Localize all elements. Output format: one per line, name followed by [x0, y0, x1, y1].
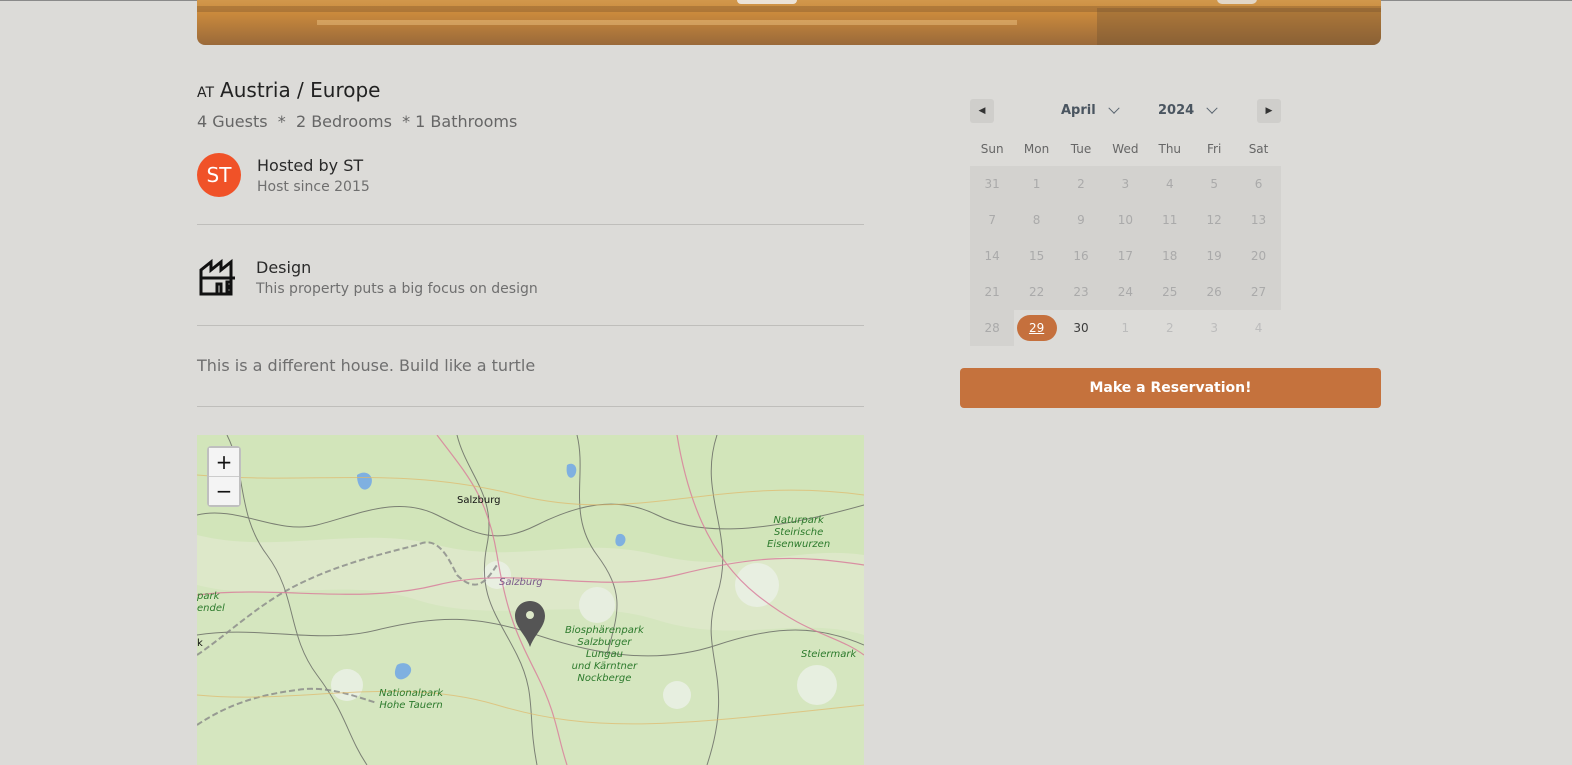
weekday-label: Sun: [980, 142, 1004, 156]
calendar-day: 31: [970, 166, 1015, 202]
calendar-day: 17: [1103, 238, 1148, 274]
year-value: 2024: [1158, 103, 1195, 118]
hero-image: [197, 0, 1381, 45]
weekday-label: Sat: [1248, 142, 1269, 156]
calendar-day: 28: [970, 310, 1015, 346]
map-label-steiermark: Steiermark: [801, 649, 857, 660]
map-label-park-lungau: Biosphärenpark Salzburger Lungau und Kär…: [565, 625, 644, 684]
host-since: Host since 2015: [257, 178, 370, 195]
calendar-day: 4: [1254, 321, 1263, 335]
feature-description: This property puts a big focus on design: [256, 280, 538, 297]
calendar-day: 3: [1210, 321, 1218, 335]
map-label-k: k: [197, 638, 203, 649]
calendar-day: 21: [970, 274, 1015, 310]
listing-description: This is a different house. Build like a …: [197, 356, 536, 375]
listing-details: AT Austria / Europe 4 Guests * 2 Bedroom…: [197, 78, 864, 765]
location-heading: AT Austria / Europe: [197, 78, 864, 106]
date-picker: ◀ April 2024 ▶ Sun Mon Tue Wed Thu Fri Sat 31 1…: [970, 96, 1281, 346]
calendar-day[interactable]: 30: [1059, 310, 1103, 346]
weekday-label: Fri: [1207, 142, 1222, 156]
feature-title: Design: [256, 257, 312, 277]
zoom-out-button[interactable]: −: [209, 476, 239, 505]
map-label-park-hohe-tauern: Nationalpark Hohe Tauern: [379, 688, 444, 711]
calendar-day: 8: [1014, 202, 1059, 238]
calendar-day: 4: [1147, 166, 1192, 202]
weekday-label: Mon: [1023, 142, 1050, 156]
calendar-day: 22: [1014, 274, 1059, 310]
listing-stats: 4 Guests * 2 Bedrooms * 1 Bathrooms: [197, 112, 518, 131]
host-name: Hosted by ST: [257, 155, 364, 175]
location-title: Austria / Europe: [220, 78, 381, 102]
calendar-day: 7: [970, 202, 1015, 238]
building-icon: [199, 258, 235, 296]
calendar-day: 25: [1147, 274, 1192, 310]
calendar-day: 23: [1058, 274, 1104, 310]
calendar-day: 14: [970, 238, 1015, 274]
chevron-down-icon: [1108, 102, 1120, 114]
make-reservation-button[interactable]: Make a Reservation!: [960, 368, 1381, 408]
calendar-day: 27: [1236, 274, 1281, 310]
divider: [197, 406, 864, 407]
calendar-day: 20: [1236, 238, 1281, 274]
host-section: ST Hosted by ST Host since 2015: [197, 153, 370, 197]
calendar-day: 24: [1103, 274, 1148, 310]
zoom-control: + −: [207, 446, 241, 507]
map-label-salzburg-city: Salzburg: [457, 495, 501, 506]
month-value: April: [1061, 103, 1096, 118]
calendar-day: 2: [1058, 166, 1104, 202]
calendar-day: 16: [1058, 238, 1104, 274]
avatar[interactable]: ST: [197, 153, 241, 197]
caret-right-icon: ▶: [1265, 106, 1273, 116]
weekday-label: Wed: [1112, 142, 1139, 156]
location-map[interactable]: + − Salzburg Salzburg Naturpark Steirisc…: [197, 435, 864, 765]
map-label-park-steirische: Naturpark Steirische Eisenwurzen: [767, 515, 831, 550]
calendar-day: 10: [1103, 202, 1148, 238]
calendar-day: 5: [1191, 166, 1237, 202]
calendar-day: 1: [1014, 166, 1059, 202]
calendar-day: 13: [1236, 202, 1281, 238]
calendar-day: 18: [1147, 238, 1192, 274]
calendar-day: 15: [1014, 238, 1059, 274]
calendar-grid: 31 1 2 3 4 5 6 7 8 9 10 11 12 13 14 15 16 17 18 19 20 21 22 23 2…: [970, 166, 1281, 346]
weekday-header: Sun Mon Tue Wed Thu Fri Sat: [970, 142, 1281, 160]
calendar-day: 6: [1236, 166, 1281, 202]
divider: [197, 224, 864, 225]
month-select[interactable]: April: [1061, 102, 1120, 118]
map-tiles: [197, 435, 864, 765]
feature-item: Design This property puts a big focus on…: [197, 256, 538, 298]
calendar-day: 12: [1191, 202, 1237, 238]
calendar-day: 3: [1103, 166, 1148, 202]
caret-left-icon: ◀: [978, 106, 986, 116]
zoom-in-button[interactable]: +: [209, 448, 239, 476]
chevron-down-icon: [1206, 102, 1218, 114]
divider: [197, 325, 864, 326]
calendar-day: 11: [1147, 202, 1192, 238]
weekday-label: Tue: [1070, 142, 1092, 156]
country-code: AT: [197, 85, 215, 101]
calendar-day-selected[interactable]: 29: [1014, 310, 1058, 346]
weekday-label: Thu: [1158, 142, 1182, 156]
map-label-salzburg-region: Salzburg: [499, 577, 543, 588]
calendar-day: 19: [1191, 238, 1237, 274]
calendar-day: 2: [1165, 321, 1174, 335]
calendar-day: 9: [1058, 202, 1104, 238]
next-month-button[interactable]: ▶: [1257, 99, 1281, 123]
calendar-header: ◀ April 2024 ▶: [970, 96, 1281, 126]
calendar-day: 26: [1191, 274, 1237, 310]
prev-month-button[interactable]: ◀: [970, 99, 994, 123]
calendar-day: 1: [1121, 321, 1130, 335]
year-select[interactable]: 2024: [1158, 102, 1218, 118]
map-label-park-left: park endel: [197, 591, 225, 614]
